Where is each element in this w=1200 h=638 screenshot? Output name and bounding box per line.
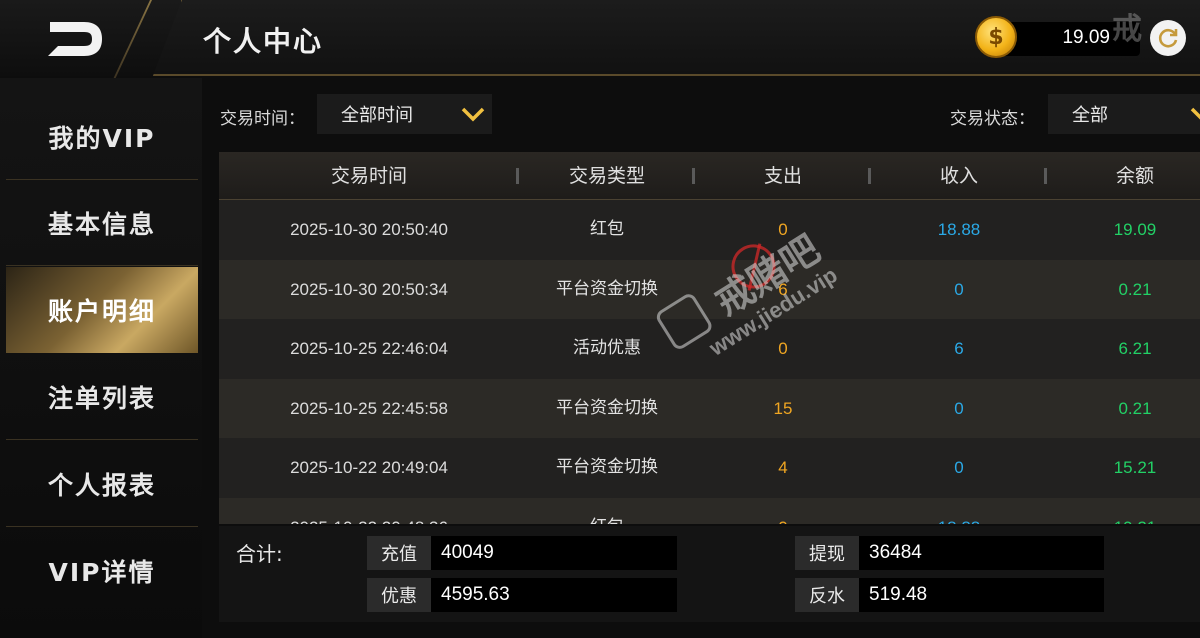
header-type: 交易类型: [568, 165, 645, 187]
sidebar-item-basic-info[interactable]: 基本信息: [6, 180, 198, 266]
table-row: 2025-10-30 20:50:40 红包 0 18.88 19.09: [219, 200, 1200, 260]
time-filter-select[interactable]: 全部时间: [317, 94, 492, 134]
cell-type: 活动优惠: [573, 338, 641, 358]
cell-balance: 19.21: [1047, 498, 1200, 525]
recharge-value: 40049: [441, 542, 494, 563]
header-time: 交易时间: [330, 165, 407, 187]
page-title: 个人中心: [203, 25, 324, 58]
cell-type: 平台资金切换: [556, 278, 658, 299]
rebate-field: 反水 519.48: [795, 578, 1104, 612]
cell-time: 2025-10-30 20:50:34: [290, 279, 448, 299]
cell-time: 2025-10-22 20:49:04: [290, 458, 448, 477]
chevron-down-icon: [1190, 107, 1200, 120]
cell-expense: 0: [778, 339, 788, 358]
cell-time: 2025-10-25 22:46:04: [290, 339, 448, 358]
status-filter-label: 交易状态：: [950, 109, 1035, 129]
table-header: 交易时间 交易类型 支出 收入 余额: [219, 152, 1200, 200]
chevron-down-icon: [461, 107, 485, 122]
table-row: 2025-10-25 22:46:04 活动优惠 0 6 6.21: [219, 319, 1200, 379]
cell-expense: 6: [778, 279, 788, 299]
table-row: 2025-10-25 22:45:58 平台资金切换 15 0 0.21: [219, 378, 1200, 438]
cell-income: 0: [954, 458, 964, 477]
withdraw-field: 提现 36484: [795, 536, 1104, 570]
cell-expense: 15: [773, 398, 793, 418]
back-icon[interactable]: [44, 18, 106, 60]
header-income: 收入: [939, 165, 978, 187]
cell-expense: 4: [778, 458, 788, 477]
status-filter-select[interactable]: 全部: [1048, 94, 1200, 134]
cell-balance: 15.21: [1113, 458, 1157, 477]
cell-balance: 0.21: [1118, 279, 1152, 299]
recharge-label: 充值: [367, 536, 431, 570]
summary-label: 合计:: [236, 542, 283, 566]
cell-expense: 0: [778, 220, 788, 239]
summary-panel: 合计: 充值 40049 提现 36484 优惠 4595.63 反水 519.…: [219, 526, 1200, 622]
cell-time: 2025-10-30 20:50:40: [290, 220, 448, 239]
cell-balance: 19.09: [1113, 220, 1157, 239]
cell-income: 0: [954, 279, 964, 299]
sidebar-item-my-vip[interactable]: 我的VIP: [6, 94, 198, 180]
table-row: 2025-10-22 20:48:36 红包 0 18.88 19.21: [219, 497, 1200, 525]
table-row: 2025-10-22 20:49:04 平台资金切换 4 0 15.21: [219, 438, 1200, 498]
rebate-label: 反水: [795, 578, 859, 612]
balance-value: 19.09: [1062, 27, 1110, 48]
table-row: 2025-10-30 20:50:34 平台资金切换 6 0 0.21: [219, 259, 1200, 319]
bonus-value: 4595.63: [441, 584, 510, 605]
transaction-table: 交易时间 交易类型 支出 收入 余额 2025-10-30 20:50:40 红…: [219, 152, 1200, 524]
cell-expense: 0: [695, 498, 871, 525]
header-balance: 余额: [1115, 165, 1154, 187]
cell-type: 平台资金切换: [556, 397, 658, 418]
dollar-coin-icon: $: [975, 16, 1017, 58]
cell-income: 6: [954, 339, 964, 358]
cell-balance: 0.21: [1118, 398, 1152, 418]
rebate-value: 519.48: [869, 584, 928, 605]
bonus-label: 优惠: [367, 578, 431, 612]
time-filter-label: 交易时间：: [220, 109, 305, 129]
top-bar: 个人中心 $ 19.09 戒: [0, 0, 1200, 80]
header-expense: 支出: [763, 165, 802, 187]
cell-type: 红包: [519, 498, 695, 525]
withdraw-value: 36484: [869, 542, 922, 563]
withdraw-label: 提现: [795, 536, 859, 570]
bonus-field: 优惠 4595.63: [367, 578, 677, 612]
cell-income: 0: [954, 398, 964, 418]
sidebar: 我的VIP 基本信息 账户明细 注单列表 个人报表 VIP详情: [0, 78, 202, 638]
cell-income: 18.88: [871, 498, 1047, 525]
sidebar-item-personal-report[interactable]: 个人报表: [6, 441, 198, 527]
refresh-icon[interactable]: [1150, 20, 1186, 56]
sidebar-item-bet-list[interactable]: 注单列表: [6, 354, 198, 440]
cell-type: 平台资金切换: [556, 457, 658, 477]
recharge-field: 充值 40049: [367, 536, 677, 570]
sidebar-item-vip-details[interactable]: VIP详情: [6, 528, 198, 614]
cell-balance: 6.21: [1118, 339, 1152, 358]
status-filter-value: 全部: [1072, 105, 1108, 126]
sidebar-item-account-details[interactable]: 账户明细: [6, 267, 198, 353]
cell-time: 2025-10-22 20:48:36: [219, 498, 519, 525]
cell-type: 红包: [590, 219, 624, 239]
time-filter-value: 全部时间: [341, 105, 413, 126]
cell-time: 2025-10-25 22:45:58: [290, 398, 448, 418]
cell-income: 18.88: [937, 220, 981, 239]
